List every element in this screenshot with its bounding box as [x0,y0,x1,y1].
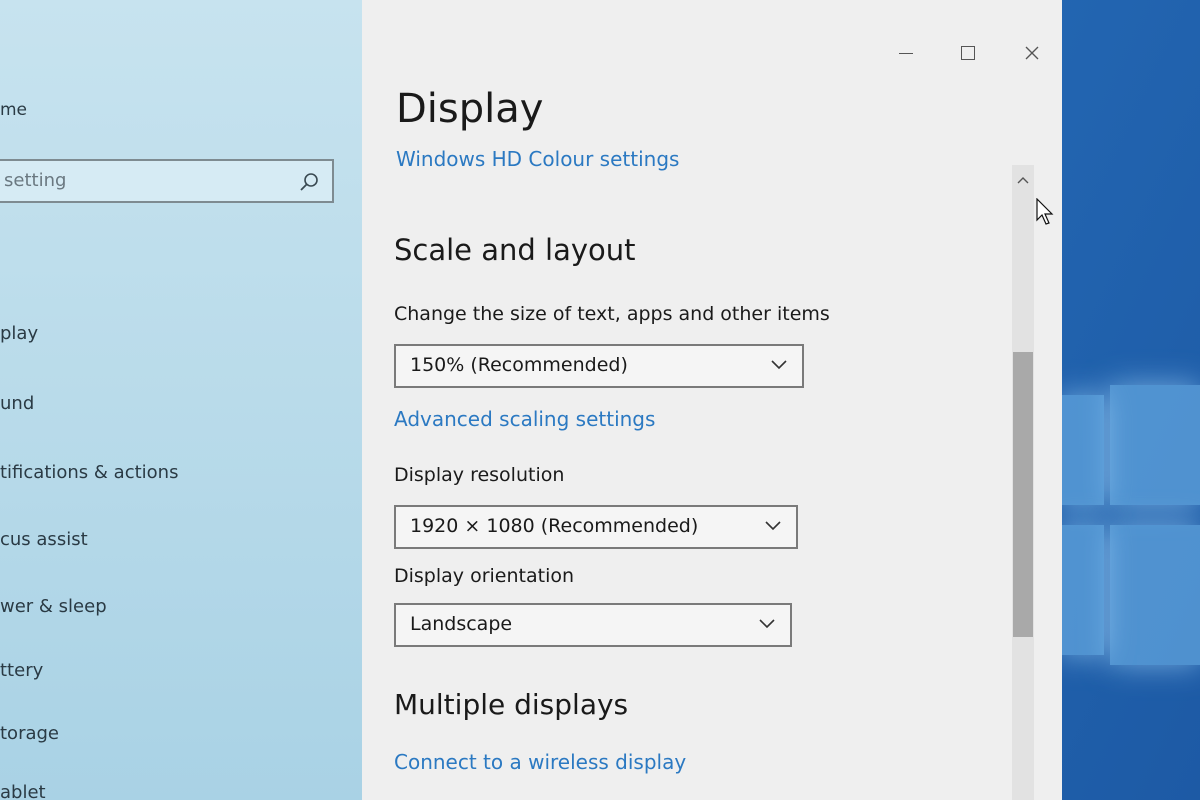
scale-value: 150% (Recommended) [410,354,628,376]
sidebar-item-battery[interactable]: ttery [0,660,43,681]
wallpaper-tile [1060,525,1104,655]
sidebar-item-display[interactable]: play [0,323,38,344]
sidebar: me setting play und tifications & action… [0,0,362,800]
search-placeholder: setting [4,170,67,191]
sidebar-item-power-sleep[interactable]: wer & sleep [0,596,107,617]
size-label: Change the size of text, apps and other … [394,303,830,325]
wireless-display-link[interactable]: Connect to a wireless display [394,750,686,774]
maximize-icon [961,46,975,60]
chevron-down-icon [771,360,787,370]
wallpaper-tile [1060,395,1104,505]
sidebar-item-tablet[interactable]: ablet [0,782,46,800]
minimize-button[interactable] [886,36,926,70]
advanced-scaling-link[interactable]: Advanced scaling settings [394,407,655,431]
chevron-up-icon[interactable] [1016,175,1030,185]
chevron-down-icon [759,619,775,629]
wallpaper-tile [1110,525,1200,665]
sidebar-item-focus-assist[interactable]: cus assist [0,529,88,550]
main-content: Display Windows HD Colour settings Scale… [362,0,1062,800]
orientation-label: Display orientation [394,565,575,587]
scrollbar-thumb[interactable] [1013,352,1033,637]
minimize-icon [899,52,913,54]
maximize-button[interactable] [948,36,988,70]
wallpaper-tile [1110,385,1200,505]
settings-window: me setting play und tifications & action… [0,0,1062,800]
orientation-dropdown[interactable]: Landscape [394,603,792,647]
close-icon [1025,46,1039,60]
resolution-label: Display resolution [394,464,565,486]
search-icon[interactable] [298,171,320,193]
orientation-value: Landscape [410,613,513,635]
scrollbar[interactable] [1012,165,1034,800]
page-title: Display [396,86,544,132]
sidebar-item-notifications[interactable]: tifications & actions [0,462,178,483]
scale-dropdown[interactable]: 150% (Recommended) [394,344,804,388]
resolution-dropdown[interactable]: 1920 × 1080 (Recommended) [394,505,798,549]
sidebar-item-storage[interactable]: torage [0,723,59,744]
hd-colour-settings-link[interactable]: Windows HD Colour settings [396,147,679,171]
sidebar-item-sound[interactable]: und [0,393,34,414]
resolution-value: 1920 × 1080 (Recommended) [410,515,699,537]
scale-layout-heading: Scale and layout [394,233,636,267]
search-input[interactable]: setting [0,159,334,203]
close-button[interactable] [1012,36,1052,70]
multiple-displays-heading: Multiple displays [394,688,629,721]
chevron-down-icon [765,521,781,531]
mouse-pointer-icon [1036,198,1054,225]
sidebar-home[interactable]: me [0,100,27,120]
